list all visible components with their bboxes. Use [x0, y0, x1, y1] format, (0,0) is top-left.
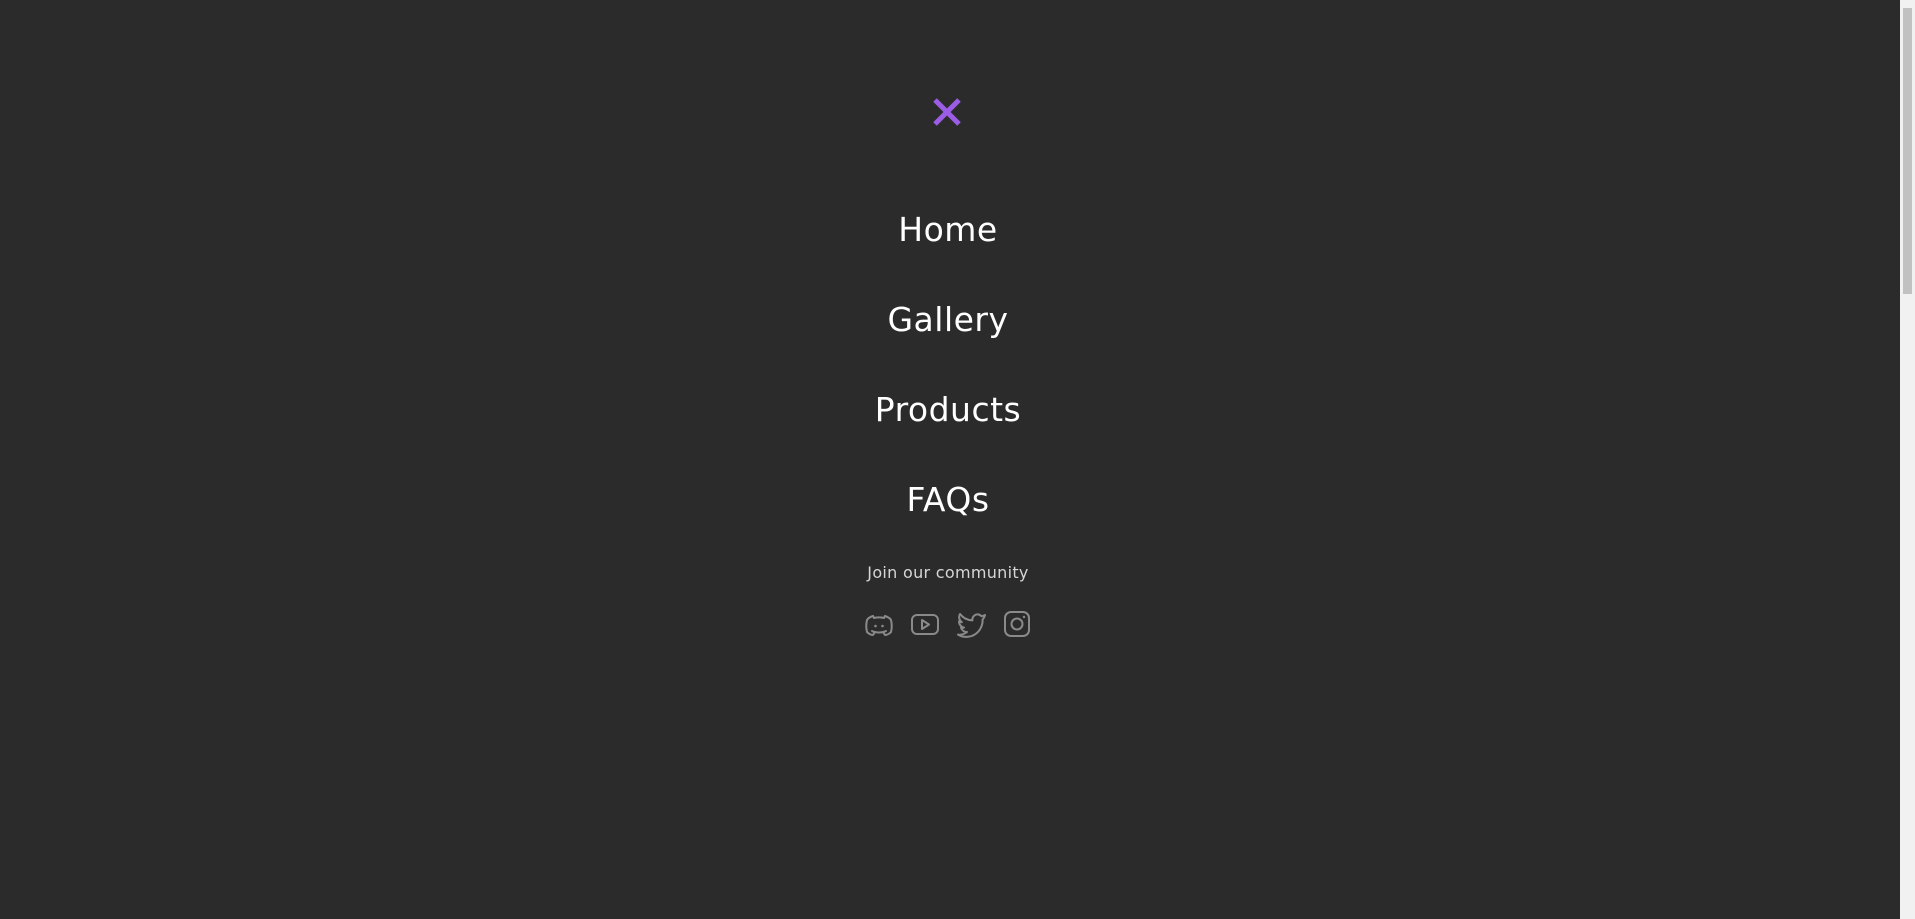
scrollbar-thumb[interactable]: [1903, 8, 1912, 294]
discord-icon: [865, 615, 893, 636]
instagram-icon: [1004, 611, 1030, 637]
nav-link-products[interactable]: Products: [875, 388, 1022, 432]
close-x-icon: [933, 98, 961, 126]
youtube-link[interactable]: [909, 608, 941, 640]
nav-link-faqs[interactable]: FAQs: [906, 478, 989, 522]
close-menu-button[interactable]: [928, 93, 966, 131]
nav-item-home: Home: [0, 185, 1896, 275]
nav-link-gallery[interactable]: Gallery: [887, 298, 1008, 342]
discord-link[interactable]: [863, 608, 895, 640]
nav-item-gallery: Gallery: [0, 275, 1896, 365]
instagram-link[interactable]: [1001, 608, 1033, 640]
nav-link-home[interactable]: Home: [898, 208, 997, 252]
twitter-icon: [957, 613, 986, 638]
nav-item-faqs: FAQs: [0, 455, 1896, 545]
main-nav: Home Gallery Products FAQs: [0, 185, 1896, 545]
twitter-link[interactable]: [955, 608, 987, 640]
vertical-scrollbar[interactable]: [1900, 0, 1915, 919]
page: Home Gallery Products FAQs Join our comm…: [0, 0, 1915, 919]
nav-item-products: Products: [0, 365, 1896, 455]
social-links: [0, 608, 1896, 640]
youtube-icon: [911, 614, 939, 635]
community-label: Join our community: [867, 563, 1029, 582]
mobile-menu-overlay: Home Gallery Products FAQs Join our comm…: [0, 0, 1900, 919]
